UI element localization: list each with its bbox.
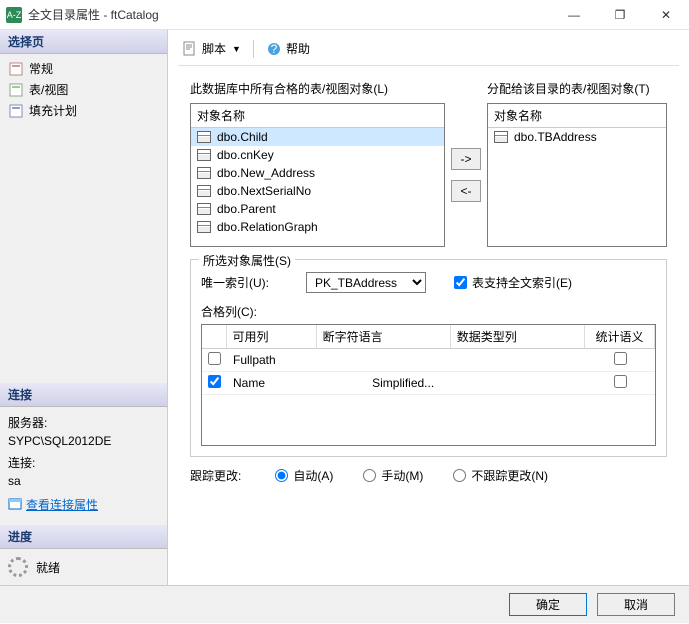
eligible-columns-label: 合格列(C): xyxy=(201,303,656,320)
list-item[interactable]: dbo.Parent xyxy=(191,200,444,218)
connection-header: 连接 xyxy=(0,383,167,407)
column-checkbox[interactable] xyxy=(208,352,221,365)
app-icon: A-Z xyxy=(6,7,22,23)
view-connection-properties-link[interactable]: 查看连接属性 xyxy=(8,496,98,513)
conn-value: sa xyxy=(8,474,159,488)
table-icon xyxy=(197,221,211,233)
progress-panel: 就绪 xyxy=(0,549,167,585)
svg-text:?: ? xyxy=(271,42,278,56)
unique-index-select[interactable]: PK_TBAddress xyxy=(306,272,426,293)
maximize-button[interactable]: ❐ xyxy=(597,0,643,30)
script-button[interactable]: 脚本 ▼ xyxy=(178,38,245,59)
server-label: 服务器: xyxy=(8,414,159,431)
close-button[interactable]: ✕ xyxy=(643,0,689,30)
grid-header-stat: 统计语义 xyxy=(585,325,655,349)
list-item[interactable]: dbo.TBAddress xyxy=(488,128,666,146)
nav-label: 表/视图 xyxy=(29,81,68,98)
move-right-button[interactable]: -> xyxy=(451,148,481,170)
list-item[interactable]: dbo.RelationGraph xyxy=(191,218,444,236)
table-icon xyxy=(197,149,211,161)
help-button[interactable]: ? 帮助 xyxy=(262,38,314,59)
sidebar: 选择页 常规 表/视图 填充计划 连接 服务器: SYPC\SQL2012DE … xyxy=(0,30,168,585)
support-fulltext-label: 表支持全文索引(E) xyxy=(472,274,572,291)
window-controls: — ❐ ✕ xyxy=(551,0,689,30)
page-icon xyxy=(8,103,24,119)
selected-object-properties-group: 所选对象属性(S) 唯一索引(U): PK_TBAddress 表支持全文索引(… xyxy=(190,259,667,457)
window-title: 全文目录属性 - ftCatalog xyxy=(28,6,551,23)
nav-populate-schedule[interactable]: 填充计划 xyxy=(0,100,167,121)
progress-spinner-icon xyxy=(8,557,28,577)
table-icon xyxy=(197,131,211,143)
window-titlebar: A-Z 全文目录属性 - ftCatalog — ❐ ✕ xyxy=(0,0,689,30)
ok-button[interactable]: 确定 xyxy=(509,593,587,616)
conn-label: 连接: xyxy=(8,454,159,471)
progress-header: 进度 xyxy=(0,525,167,549)
list-item[interactable]: dbo.New_Address xyxy=(191,164,444,182)
table-icon xyxy=(494,131,508,143)
right-list-label: 分配给该目录的表/视图对象(T) xyxy=(487,80,667,97)
support-fulltext-checkbox[interactable] xyxy=(454,276,467,289)
table-icon xyxy=(197,185,211,197)
column-checkbox[interactable] xyxy=(208,375,221,388)
minimize-button[interactable]: — xyxy=(551,0,597,30)
dropdown-icon: ▼ xyxy=(232,44,241,54)
nav-tables-views[interactable]: 表/视图 xyxy=(0,79,167,100)
progress-status: 就绪 xyxy=(36,559,60,576)
dialog-footer: 确定 取消 xyxy=(0,585,689,623)
stat-checkbox[interactable] xyxy=(614,352,627,365)
col-header-object-name: 对象名称 xyxy=(197,107,245,124)
tracking-label: 跟踪更改: xyxy=(190,467,241,484)
nav-label: 常规 xyxy=(29,60,53,77)
grid-row[interactable]: Name Simplified... xyxy=(202,372,655,395)
grid-header-available: 可用列 xyxy=(226,325,316,349)
eligible-columns-grid[interactable]: 可用列 断字符语言 数据类型列 统计语义 Fullpath xyxy=(201,324,656,446)
col-header-object-name: 对象名称 xyxy=(494,107,542,124)
grid-row[interactable]: Fullpath xyxy=(202,349,655,372)
grid-header-datatype: 数据类型列 xyxy=(450,325,584,349)
tracking-none-radio[interactable]: 不跟踪更改(N) xyxy=(453,467,548,484)
help-label: 帮助 xyxy=(286,40,310,57)
cancel-button[interactable]: 取消 xyxy=(597,593,675,616)
select-page-header: 选择页 xyxy=(0,30,167,54)
tracking-manual-radio[interactable]: 手动(M) xyxy=(363,467,423,484)
move-left-button[interactable]: <- xyxy=(451,180,481,202)
grid-header-language: 断字符语言 xyxy=(316,325,450,349)
page-icon xyxy=(8,61,24,77)
content-area: 脚本 ▼ ? 帮助 此数据库中所有合格的表/视图对象(L) 分配给该目录的表/视… xyxy=(168,30,689,585)
assigned-objects-list[interactable]: 对象名称 dbo.TBAddress xyxy=(487,103,667,247)
group-title: 所选对象属性(S) xyxy=(199,252,295,269)
link-text: 查看连接属性 xyxy=(26,496,98,513)
script-label: 脚本 xyxy=(202,40,226,57)
toolbar: 脚本 ▼ ? 帮助 xyxy=(178,38,679,66)
connection-panel: 服务器: SYPC\SQL2012DE 连接: sa 查看连接属性 xyxy=(0,407,167,526)
help-icon: ? xyxy=(266,41,282,57)
link-icon xyxy=(8,497,22,511)
stat-checkbox[interactable] xyxy=(614,375,627,388)
page-icon xyxy=(8,82,24,98)
nav-label: 填充计划 xyxy=(29,102,77,119)
page-nav: 常规 表/视图 填充计划 xyxy=(0,54,167,125)
list-item[interactable]: dbo.NextSerialNo xyxy=(191,182,444,200)
server-value: SYPC\SQL2012DE xyxy=(8,434,159,448)
unique-index-label: 唯一索引(U): xyxy=(201,274,296,291)
list-item[interactable]: dbo.Child xyxy=(191,128,444,146)
nav-general[interactable]: 常规 xyxy=(0,58,167,79)
left-list-label: 此数据库中所有合格的表/视图对象(L) xyxy=(190,80,467,97)
table-icon xyxy=(197,167,211,179)
toolbar-separator xyxy=(253,40,254,58)
table-icon xyxy=(197,203,211,215)
list-item[interactable]: dbo.cnKey xyxy=(191,146,444,164)
available-objects-list[interactable]: 对象名称 dbo.Child dbo.cnKey dbo.New_Address… xyxy=(190,103,445,247)
tracking-auto-radio[interactable]: 自动(A) xyxy=(275,467,333,484)
script-icon xyxy=(182,41,198,57)
